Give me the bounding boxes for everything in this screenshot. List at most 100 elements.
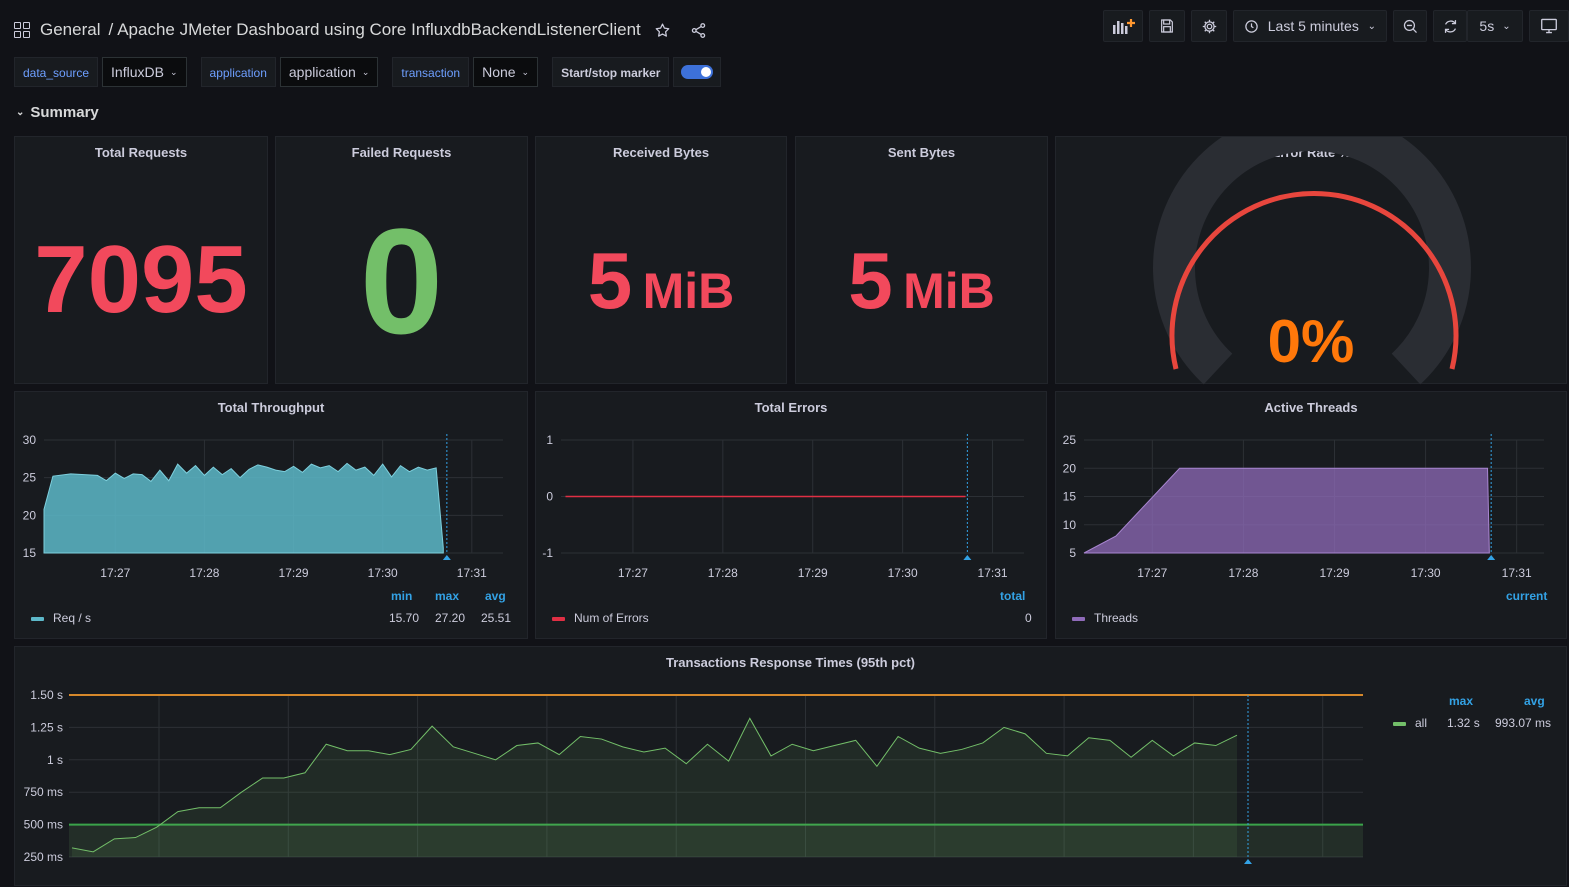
- marker-toggle[interactable]: [673, 57, 722, 87]
- panel-failed-requests[interactable]: Failed Requests 0: [275, 136, 528, 384]
- legend-value-total: 0: [1025, 611, 1032, 625]
- annotation-marker: [963, 555, 972, 560]
- panel-response-times[interactable]: Transactions Response Times (95th pct) 2…: [14, 646, 1567, 886]
- time-picker[interactable]: Last 5 minutes ⌄: [1233, 10, 1387, 42]
- legend-swatch: [1393, 721, 1406, 726]
- chevron-down-icon: ⌄: [1367, 20, 1376, 32]
- x-tick-label: 17:31: [978, 566, 1008, 580]
- y-tick-label: 25: [23, 471, 37, 485]
- x-tick-label: 17:30: [1411, 566, 1441, 580]
- add-panel-button[interactable]: [1103, 10, 1143, 42]
- x-tick-label: 17:29: [798, 566, 828, 580]
- legend-swatch: [1072, 616, 1085, 621]
- breadcrumb-folder[interactable]: General: [40, 20, 100, 40]
- variable-label-transaction: transaction: [392, 57, 470, 87]
- gauge-value: 0%: [1267, 308, 1355, 375]
- settings-button[interactable]: [1191, 10, 1227, 42]
- y-tick-label: -1: [542, 546, 553, 560]
- share-icon[interactable]: [685, 14, 713, 46]
- legend-series-req-s[interactable]: Req / s: [31, 611, 91, 625]
- threads-chart: 5 10 15 20 25 17:27 17:28 17:29 17:30 17:31: [1063, 433, 1544, 580]
- marker-label: Start/stop marker: [552, 57, 670, 87]
- legend-header-avg: avg: [1524, 694, 1545, 708]
- panel-active-threads[interactable]: Active Threads 5 10 15 20 25 17:27 17:28 17:29 1…: [1055, 391, 1567, 639]
- x-tick-label: 17:27: [100, 566, 130, 580]
- refresh-interval-label: 5s: [1479, 18, 1495, 34]
- variable-select-transaction[interactable]: None ⌄: [473, 57, 539, 87]
- y-tick-label: 0: [546, 490, 553, 504]
- legend-header-current: current: [1506, 589, 1548, 603]
- dashboards-grid-icon[interactable]: [14, 22, 30, 38]
- chevron-down-icon: ⌄: [169, 67, 178, 77]
- chevron-down-icon: ⌄: [361, 67, 370, 77]
- save-dashboard-button[interactable]: [1149, 10, 1185, 42]
- legend-value-max: 27.20: [435, 611, 466, 625]
- series-area: [43, 462, 444, 554]
- legend-series-name: Req / s: [53, 611, 92, 625]
- clock-icon: [1245, 19, 1258, 33]
- panel-sent-bytes[interactable]: Sent Bytes 5 MiB: [795, 136, 1048, 384]
- variables-bar: data_source InfluxDB ⌄ application applic…: [14, 57, 722, 87]
- breadcrumb: General / Apache JMeter Dashboard using …: [14, 14, 713, 46]
- x-tick-label: 17:31: [1502, 566, 1532, 580]
- legend-header-total: total: [1000, 589, 1026, 603]
- breadcrumb-separator: /: [108, 20, 114, 39]
- legend-series-num-of-errors[interactable]: Num of Errors: [552, 611, 649, 625]
- x-tick-label: 17:29: [1319, 566, 1349, 580]
- variable-value: application: [288, 64, 356, 80]
- variable-select-data-source[interactable]: InfluxDB ⌄: [102, 57, 187, 87]
- series-area: [1083, 467, 1490, 554]
- legend-series-all[interactable]: all: [1393, 716, 1427, 730]
- panel-total-errors[interactable]: Total Errors -1 0 1 17:27 17:28 17:29 17:30 17:…: [535, 391, 1047, 639]
- zoom-out-button[interactable]: [1393, 10, 1427, 42]
- y-tick-label: 15: [1063, 490, 1077, 504]
- stat-value: 5: [587, 236, 633, 325]
- errors-chart: -1 0 1 17:27 17:28 17:29 17:30 17:31: [542, 433, 1024, 580]
- row-title: Summary: [30, 104, 99, 121]
- x-tick-label: 17:30: [888, 566, 918, 580]
- y-tick-label: 500 ms: [24, 818, 63, 832]
- time-range-label: Last 5 minutes: [1267, 18, 1359, 34]
- y-tick-label: 5: [1069, 546, 1076, 560]
- legend-series-name: Num of Errors: [574, 611, 649, 625]
- dashboard-title[interactable]: Apache JMeter Dashboard using Core Influ…: [117, 20, 641, 40]
- y-tick-label: 30: [23, 433, 37, 447]
- panel-received-bytes[interactable]: Received Bytes 5 MiB: [535, 136, 787, 384]
- tv-mode-button[interactable]: [1529, 10, 1569, 42]
- legend-value-max: 1.32 s: [1447, 716, 1480, 730]
- response-times-chart: 250 ms 500 ms 750 ms 1 s 1.25 s 1.50 s: [24, 688, 1363, 864]
- stat-value: 7095: [34, 226, 248, 333]
- stat-display: 5 MiB: [536, 235, 786, 327]
- annotation-marker: [442, 555, 451, 560]
- x-tick-label: 17:27: [618, 566, 648, 580]
- y-tick-label: 1: [546, 433, 553, 447]
- star-icon[interactable]: [649, 14, 677, 46]
- panel-total-throughput[interactable]: Total Throughput 15 20 25 30 17:27 17:28 17:29…: [14, 391, 528, 639]
- chevron-down-icon: ⌄: [16, 107, 25, 118]
- zoom-out-icon: [1403, 19, 1417, 33]
- x-tick-label: 17:30: [368, 566, 398, 580]
- panel-error-rate[interactable]: Error Rate % 0%: [1055, 136, 1567, 385]
- row-summary[interactable]: ⌄ Summary: [16, 104, 99, 121]
- toolbar: Last 5 minutes ⌄ 5s ⌄: [1103, 10, 1569, 42]
- variable-select-application[interactable]: application ⌄: [279, 57, 379, 87]
- x-tick-label: 17:29: [279, 566, 309, 580]
- panel-total-requests[interactable]: Total Requests 7095: [14, 136, 268, 384]
- x-tick-label: 17:28: [1228, 566, 1258, 580]
- annotation-marker: [1244, 859, 1252, 864]
- variable-label-application: application: [200, 57, 276, 87]
- legend-series-threads[interactable]: Threads: [1072, 611, 1138, 625]
- panel-title: Sent Bytes: [887, 145, 956, 160]
- x-tick-label: 17:28: [189, 566, 219, 580]
- legend-header-avg: avg: [485, 589, 506, 603]
- y-tick-label: 1.25 s: [30, 720, 63, 734]
- y-tick-label: 750 ms: [24, 785, 63, 799]
- stat-unit: MiB: [642, 263, 735, 319]
- legend-value-min: 15.70: [389, 611, 420, 625]
- legend-header-max: max: [435, 589, 460, 603]
- refresh-interval-picker[interactable]: 5s ⌄: [1467, 10, 1523, 42]
- legend-swatch: [552, 616, 565, 621]
- refresh-button[interactable]: [1433, 10, 1467, 42]
- legend-header-min: min: [391, 589, 413, 603]
- y-tick-label: 15: [23, 546, 37, 560]
